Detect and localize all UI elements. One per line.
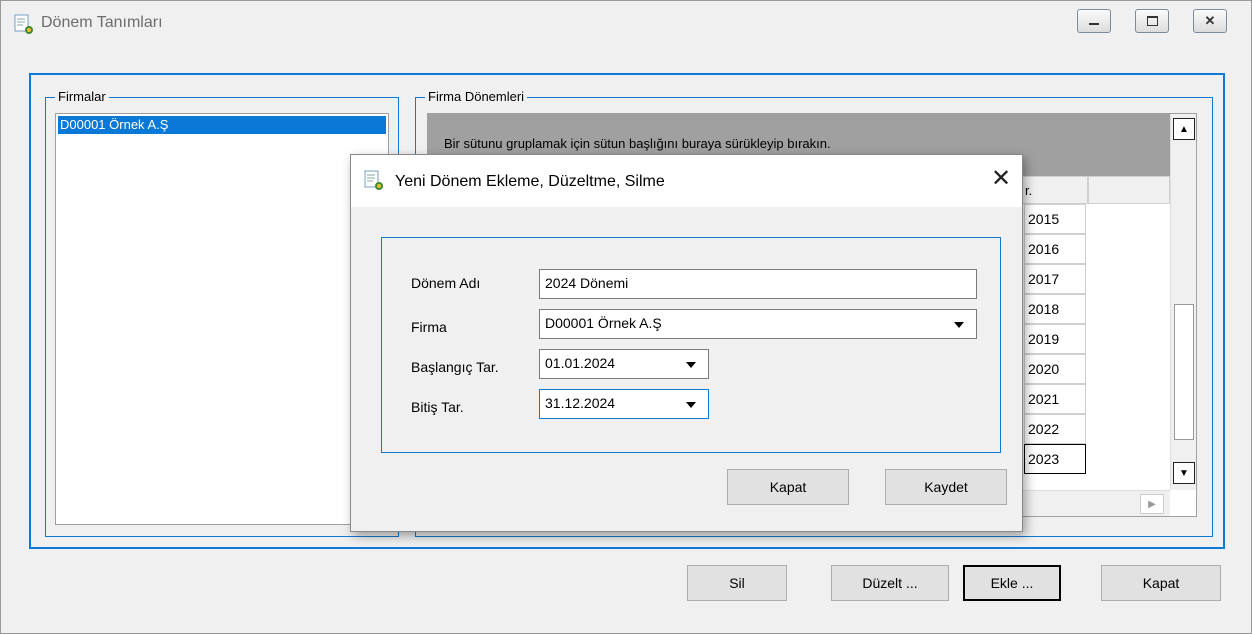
arrow-down-icon: ▼ xyxy=(1179,467,1189,479)
arrow-right-icon: ▶ xyxy=(1148,498,1156,510)
end-date-label: Bitiş Tar. xyxy=(411,399,464,415)
start-date-picker[interactable]: 01.01.2024 xyxy=(539,349,709,379)
scroll-down-button[interactable]: ▼ xyxy=(1173,462,1195,484)
minimize-icon xyxy=(1089,23,1099,25)
donemler-label: Firma Dönemleri xyxy=(425,89,528,104)
close-icon: ✕ xyxy=(1204,13,1216,28)
delete-button[interactable]: Sil xyxy=(687,565,787,601)
vertical-scrollbar[interactable]: ▲ ▼ xyxy=(1170,114,1196,490)
grid-cell-year[interactable]: 2016 xyxy=(1024,234,1086,264)
grid-cell-year[interactable]: 2021 xyxy=(1024,384,1086,414)
close-main-button[interactable]: Kapat xyxy=(1101,565,1221,601)
dialog-title: Yeni Dönem Ekleme, Düzeltme, Silme xyxy=(395,173,665,190)
firm-list-item[interactable]: D00001 Örnek A.Ş xyxy=(58,116,386,134)
scroll-up-button[interactable]: ▲ xyxy=(1173,118,1195,140)
grid-cell-year[interactable]: 2019 xyxy=(1024,324,1086,354)
end-date-picker[interactable]: 31.12.2024 xyxy=(539,389,709,419)
grid-cell-year[interactable]: 2015 xyxy=(1024,204,1086,234)
dialog-close-button[interactable]: Kapat xyxy=(727,469,849,505)
grid-cell-year[interactable]: 2020 xyxy=(1024,354,1086,384)
add-button[interactable]: Ekle ... xyxy=(963,565,1061,601)
dialog-titlebar[interactable]: Yeni Dönem Ekleme, Düzeltme, Silme ✕ xyxy=(351,155,1022,207)
start-date-label: Başlangıç Tar. xyxy=(411,359,499,375)
period-name-input[interactable]: 2024 Dönemi xyxy=(539,269,977,299)
firm-list[interactable]: D00001 Örnek A.Ş xyxy=(55,113,389,525)
period-name-label: Dönem Adı xyxy=(411,275,481,291)
chevron-down-icon[interactable] xyxy=(686,402,696,408)
chevron-down-icon[interactable] xyxy=(686,362,696,368)
scroll-thumb[interactable] xyxy=(1174,304,1194,440)
app-icon xyxy=(14,14,33,34)
end-date-value: 31.12.2024 xyxy=(545,395,616,411)
firm-combo-value: D00001 Örnek A.Ş xyxy=(545,315,662,331)
main-titlebar[interactable]: Dönem Tanımları ✕ xyxy=(1,1,1251,49)
grid-cell-year-focused[interactable]: 2023 xyxy=(1024,444,1086,474)
close-icon[interactable]: ✕ xyxy=(987,165,1015,193)
firm-label: Firma xyxy=(411,319,447,335)
start-date-value: 01.01.2024 xyxy=(545,355,616,371)
close-button[interactable]: ✕ xyxy=(1193,9,1227,33)
minimize-button[interactable] xyxy=(1077,9,1111,33)
grid-column-header[interactable]: r. xyxy=(1020,176,1088,204)
grid-cell-year[interactable]: 2017 xyxy=(1024,264,1086,294)
app-icon xyxy=(364,170,383,190)
period-dialog: Yeni Dönem Ekleme, Düzeltme, Silme ✕ Dön… xyxy=(350,154,1023,532)
maximize-icon xyxy=(1146,16,1158,26)
group-by-hint: Bir sütunu gruplamak için sütun başlığın… xyxy=(444,136,831,151)
arrow-up-icon: ▲ xyxy=(1179,123,1189,135)
scroll-right-button[interactable]: ▶ xyxy=(1140,494,1164,514)
firm-combo[interactable]: D00001 Örnek A.Ş xyxy=(539,309,977,339)
firmalar-label: Firmalar xyxy=(55,89,109,104)
grid-cell-year[interactable]: 2018 xyxy=(1024,294,1086,324)
grid-cell-year[interactable]: 2022 xyxy=(1024,414,1086,444)
window-title: Dönem Tanımları xyxy=(41,14,163,31)
chevron-down-icon[interactable] xyxy=(954,322,964,328)
grid-column-header-empty[interactable] xyxy=(1088,176,1170,204)
dialog-save-button[interactable]: Kaydet xyxy=(885,469,1007,505)
maximize-button[interactable] xyxy=(1135,9,1169,33)
edit-button[interactable]: Düzelt ... xyxy=(831,565,949,601)
